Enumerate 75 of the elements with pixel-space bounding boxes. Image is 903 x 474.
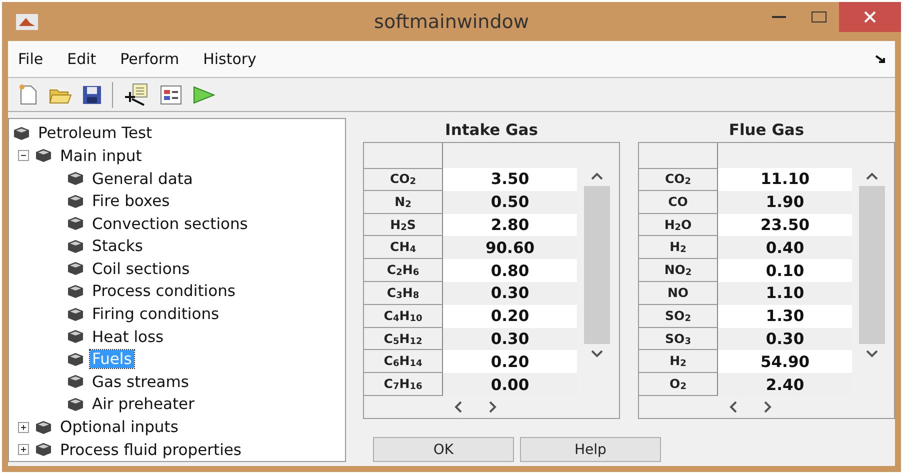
table-cell[interactable]: 54.90 — [718, 350, 852, 374]
cube-icon — [67, 216, 84, 232]
scroll-left-icon[interactable] — [729, 401, 737, 413]
scrollbar-thumb[interactable] — [859, 186, 885, 344]
tree-item[interactable]: Heat loss — [90, 328, 166, 346]
form-icon[interactable] — [160, 84, 182, 105]
tree-item[interactable]: Coil sections — [90, 260, 192, 278]
scroll-right-icon[interactable] — [764, 401, 772, 413]
tree-item[interactable]: General data — [90, 170, 195, 188]
scroll-left-icon[interactable] — [454, 401, 462, 413]
tree-item[interactable]: Fire boxes — [90, 192, 172, 210]
table-cell[interactable]: 0.30 — [718, 328, 852, 350]
cube-icon — [67, 306, 84, 322]
table-cell[interactable]: 0.80 — [443, 259, 577, 282]
table-cell[interactable]: 2.80 — [443, 214, 577, 236]
cube-icon — [13, 126, 30, 141]
scrollbar-thumb[interactable] — [584, 186, 610, 344]
tree-item[interactable]: Process conditions — [90, 282, 238, 300]
close-button[interactable] — [839, 2, 901, 32]
dialog-button[interactable]: OK — [373, 437, 514, 462]
cube-icon — [67, 238, 84, 254]
table-title: Intake Gas — [445, 120, 538, 142]
scroll-down-icon[interactable] — [591, 350, 603, 358]
toolbar-separator-icon — [112, 82, 114, 108]
dock-arrow-icon[interactable] — [875, 55, 885, 64]
collapse-icon[interactable] — [18, 150, 29, 162]
cube-icon — [35, 148, 52, 164]
tree-item[interactable]: Gas streams — [90, 372, 191, 391]
play-icon[interactable] — [192, 84, 216, 105]
cube-icon — [67, 374, 84, 390]
table-cell[interactable]: 0.20 — [443, 350, 577, 374]
tree-item[interactable]: Process fluid properties — [58, 440, 244, 459]
tree-item[interactable]: Convection sections — [90, 214, 250, 233]
cube-icon — [35, 442, 52, 458]
dialog-button[interactable]: Help — [520, 437, 661, 462]
table-cell[interactable]: 0.20 — [443, 304, 577, 328]
menu-item[interactable]: File — [18, 50, 44, 68]
cube-icon — [67, 396, 84, 412]
maximize-icon — [811, 11, 827, 23]
table-cell[interactable]: 11.10 — [718, 168, 852, 191]
cube-icon — [67, 329, 84, 344]
table-title: Flue Gas — [728, 120, 804, 142]
menu-item[interactable]: History — [203, 50, 256, 68]
scroll-up-icon[interactable] — [866, 172, 878, 180]
tree-item[interactable]: Main input — [58, 146, 144, 165]
cube-icon — [67, 171, 84, 186]
table-cell[interactable]: 3.50 — [443, 168, 577, 191]
scroll-down-icon[interactable] — [866, 350, 878, 358]
save-icon[interactable] — [82, 84, 102, 105]
menu-item[interactable]: Edit — [67, 50, 96, 68]
table-cell[interactable]: 0.10 — [718, 259, 852, 282]
table-cell[interactable]: 0.30 — [443, 328, 577, 350]
cube-icon — [35, 420, 52, 435]
app-icon — [16, 14, 38, 30]
expand-icon[interactable] — [18, 422, 29, 433]
cube-icon — [67, 261, 84, 276]
tree-item[interactable]: Petroleum Test — [36, 124, 154, 142]
expand-icon[interactable] — [18, 444, 29, 456]
table-cell[interactable]: 23.50 — [718, 214, 852, 236]
tree-item[interactable]: Firing conditions — [90, 305, 222, 324]
cube-icon — [67, 284, 84, 299]
tree-item[interactable]: Stacks — [90, 237, 145, 256]
minimize-icon — [772, 15, 786, 19]
tree-item[interactable]: Air preheater — [90, 395, 196, 414]
cube-icon — [67, 352, 84, 367]
new-file-icon[interactable] — [18, 84, 38, 106]
table-cell[interactable]: 1.30 — [718, 304, 852, 328]
tree-item[interactable]: Optional inputs — [58, 418, 180, 436]
list-cursor-icon[interactable] — [124, 82, 150, 107]
menu-item[interactable]: Perform — [120, 50, 180, 68]
scroll-right-icon[interactable] — [489, 401, 497, 413]
scroll-up-icon[interactable] — [591, 172, 603, 180]
window-title: softmainwindow — [374, 10, 529, 33]
cube-icon — [67, 194, 84, 209]
close-icon — [864, 11, 876, 23]
